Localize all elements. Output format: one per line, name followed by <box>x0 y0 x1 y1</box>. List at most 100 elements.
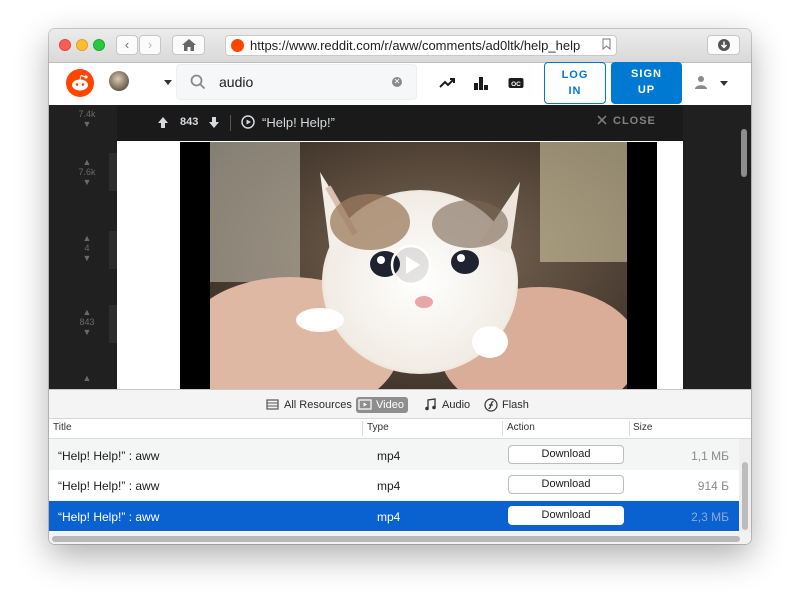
signup-label-2: UP <box>637 84 656 96</box>
upvote-icon[interactable]: ▲ <box>72 157 102 167</box>
community-dropdown-icon[interactable] <box>164 80 172 85</box>
feed-vote-5: ▲ <box>72 373 102 383</box>
video-icon <box>358 399 372 410</box>
feed-background: 7.4k ▼ ▲ 7.6k ▼ ▲ 4 ▼ ▲ 843 ▼ ▲ 843 “Help! Help… <box>49 105 751 389</box>
music-note-icon <box>425 398 436 411</box>
downvote-icon[interactable]: ▼ <box>72 119 102 129</box>
table-vertical-scrollbar[interactable] <box>739 439 751 532</box>
filter-audio[interactable]: Audio <box>422 397 474 413</box>
download-button[interactable]: Download <box>508 506 624 525</box>
signup-label-1: SIGN <box>631 68 662 80</box>
column-action[interactable]: Action <box>507 422 535 433</box>
downvote-icon[interactable]: ▼ <box>72 253 102 263</box>
page-scrollbar[interactable] <box>741 129 747 177</box>
row-title: “Help! Help!” : aww <box>58 510 160 524</box>
filter-video[interactable]: Video <box>356 397 408 413</box>
signup-button[interactable]: SIGN UP <box>611 62 682 104</box>
row-size: 914 Б <box>697 479 729 493</box>
resources-panel: All Resources Video Audio Flash Title Ty… <box>49 389 751 544</box>
forward-button[interactable]: › <box>139 35 161 55</box>
downvote-icon[interactable] <box>208 116 220 129</box>
search-box[interactable]: audio ✕ <box>176 64 417 100</box>
download-button[interactable]: Download <box>508 445 624 464</box>
original-content-icon[interactable]: OC <box>508 75 524 91</box>
upvote-icon[interactable]: ▲ <box>72 373 102 383</box>
column-divider[interactable] <box>502 421 503 436</box>
video-player[interactable] <box>180 142 657 389</box>
table-row[interactable]: “Help! Help!” : aww mp4 Download 1,1 МБ <box>49 440 739 470</box>
filter-label: Flash <box>502 399 529 411</box>
row-type: mp4 <box>377 479 401 493</box>
table-row[interactable]: “Help! Help!” : aww mp4 Download 914 Б <box>49 470 739 500</box>
close-icon[interactable] <box>597 115 607 125</box>
row-size: 2,3 МБ <box>691 510 729 524</box>
close-window-button[interactable] <box>59 39 71 51</box>
row-title: “Help! Help!” : aww <box>58 479 160 493</box>
resources-icon <box>266 399 279 410</box>
modal-divider <box>230 115 231 131</box>
play-button-icon[interactable] <box>390 244 432 286</box>
table-horizontal-scrollbar[interactable] <box>49 532 751 544</box>
downvote-icon[interactable]: ▼ <box>72 327 102 337</box>
login-button[interactable]: LOG IN <box>544 62 606 104</box>
table-header: Title Type Action Size <box>49 419 751 439</box>
download-button[interactable]: Download <box>508 475 624 494</box>
row-title: “Help! Help!” : aww <box>58 449 160 463</box>
upvote-icon[interactable] <box>157 116 169 129</box>
back-button[interactable]: ‹ <box>116 35 138 55</box>
zoom-window-button[interactable] <box>93 39 105 51</box>
trending-icon[interactable] <box>439 75 455 91</box>
download-arrow-icon <box>718 39 730 51</box>
reddit-logo-icon[interactable] <box>66 69 94 97</box>
user-icon[interactable] <box>694 75 708 89</box>
chevron-left-icon: ‹ <box>124 37 130 52</box>
svg-text:OC: OC <box>511 81 521 88</box>
post-title[interactable]: “Help! Help!” <box>262 115 335 130</box>
play-circle-icon <box>241 115 255 129</box>
filter-flash[interactable]: Flash <box>482 397 533 413</box>
upvote-icon[interactable]: ▲ <box>72 233 102 243</box>
feed-vote-2: ▲ 7.6k ▼ <box>72 157 102 187</box>
column-title[interactable]: Title <box>53 422 72 433</box>
clear-search-icon[interactable]: ✕ <box>392 77 402 87</box>
feed-score: 7.6k <box>78 167 96 177</box>
community-avatar[interactable] <box>109 71 129 91</box>
snoo-icon <box>72 74 88 91</box>
login-label-1: LOG <box>561 69 589 81</box>
home-button[interactable] <box>172 35 205 55</box>
scrollbar-thumb[interactable] <box>52 536 740 542</box>
scrollbar-thumb[interactable] <box>742 462 748 530</box>
filter-all-resources[interactable]: All Resources <box>264 397 356 413</box>
feed-vote-3: ▲ 4 ▼ <box>72 233 102 263</box>
filter-label: All Resources <box>284 399 352 411</box>
column-size[interactable]: Size <box>633 422 652 433</box>
reddit-header: audio ✕ OC LOG IN SIGN UP <box>49 62 751 105</box>
feed-score: 7.4k <box>78 109 96 119</box>
table-row-selected[interactable]: “Help! Help!” : aww mp4 Download 2,3 МБ <box>49 501 739 531</box>
feed-score: 843 <box>79 317 95 327</box>
minimize-window-button[interactable] <box>76 39 88 51</box>
column-divider[interactable] <box>629 421 630 436</box>
feed-vote-4: ▲ 843 ▼ <box>72 307 102 337</box>
column-type[interactable]: Type <box>367 422 389 433</box>
row-size: 1,1 МБ <box>691 449 729 463</box>
modal-header: 843 “Help! Help!” CLOSE <box>117 105 683 141</box>
post-modal: 843 “Help! Help!” CLOSE <box>117 105 683 389</box>
filter-label: Audio <box>442 399 471 411</box>
upvote-icon[interactable]: ▲ <box>72 307 102 317</box>
leaderboard-icon[interactable] <box>473 75 489 91</box>
downloads-button[interactable] <box>707 35 740 55</box>
search-icon <box>190 74 206 90</box>
home-icon <box>181 39 196 51</box>
column-divider[interactable] <box>362 421 363 436</box>
downvote-icon[interactable]: ▼ <box>72 177 102 187</box>
bookmark-icon[interactable] <box>602 38 611 50</box>
login-label-2: IN <box>568 85 582 97</box>
address-bar[interactable]: https://www.reddit.com/r/aww/comments/ad… <box>225 35 617 56</box>
user-dropdown-icon[interactable] <box>720 81 728 86</box>
filter-label: Video <box>376 399 404 411</box>
reddit-favicon-icon <box>231 39 244 52</box>
browser-window: ‹ › https://www.reddit.com/r/aww/comment… <box>49 29 751 544</box>
close-button[interactable]: CLOSE <box>613 115 656 127</box>
search-input[interactable]: audio <box>219 74 253 90</box>
